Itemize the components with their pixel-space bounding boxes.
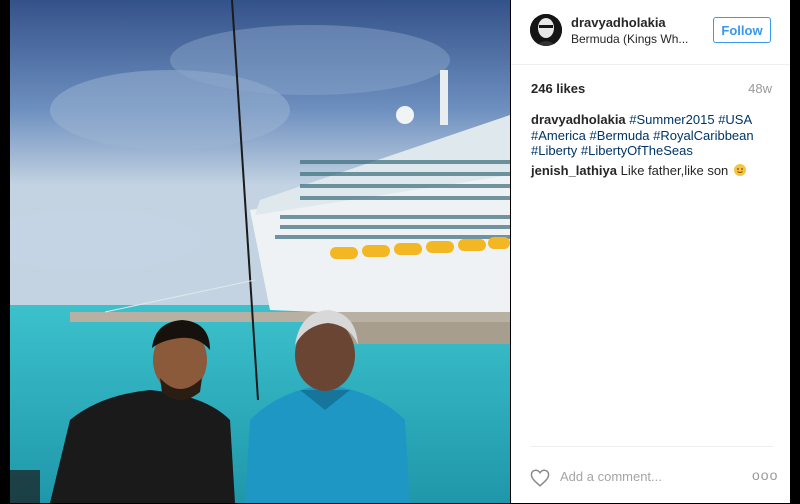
avatar[interactable] bbox=[530, 14, 562, 46]
post-caption: dravyadholakia #Summer2015 #USA #America… bbox=[531, 112, 771, 159]
comment-text: Like father,like son bbox=[620, 163, 729, 178]
likes-count[interactable]: 246 likes bbox=[531, 81, 585, 96]
post-header: dravyadholakia Bermuda (Kings Wh... Foll… bbox=[511, 0, 790, 65]
follow-button[interactable]: Follow bbox=[713, 17, 771, 43]
comment-username[interactable]: jenish_lathiya bbox=[531, 163, 617, 178]
hashtag-summer2015[interactable]: #Summer2015 bbox=[629, 112, 714, 127]
post-timestamp[interactable]: 48w bbox=[748, 81, 772, 96]
post-footer: ooo bbox=[530, 446, 777, 504]
hashtag-usa[interactable]: #USA bbox=[718, 112, 751, 127]
hashtag-liberty[interactable]: #Liberty bbox=[531, 143, 577, 158]
add-comment-input[interactable] bbox=[560, 467, 720, 485]
post-photo[interactable] bbox=[10, 0, 510, 503]
comment-item: jenish_lathiya Like father,like son bbox=[531, 163, 776, 179]
hashtag-america[interactable]: #America bbox=[531, 128, 586, 143]
hashtag-libertyoftheseas[interactable]: #LibertyOfTheSeas bbox=[581, 143, 693, 158]
heart-icon[interactable] bbox=[530, 469, 550, 487]
header-username[interactable]: dravyadholakia bbox=[571, 15, 666, 30]
post-detail-panel: dravyadholakia Bermuda (Kings Wh... Foll… bbox=[511, 0, 790, 503]
smile-emoji-icon bbox=[733, 164, 746, 176]
avatar-image bbox=[530, 14, 562, 46]
caption-username[interactable]: dravyadholakia bbox=[531, 112, 626, 127]
more-options-icon[interactable]: ooo bbox=[752, 468, 777, 482]
hashtag-bermuda[interactable]: #Bermuda bbox=[590, 128, 650, 143]
location-link[interactable]: Bermuda (Kings Wh... bbox=[571, 32, 696, 46]
photo-scene bbox=[10, 0, 510, 503]
hashtag-royalcaribbean[interactable]: #RoyalCaribbean bbox=[653, 128, 753, 143]
